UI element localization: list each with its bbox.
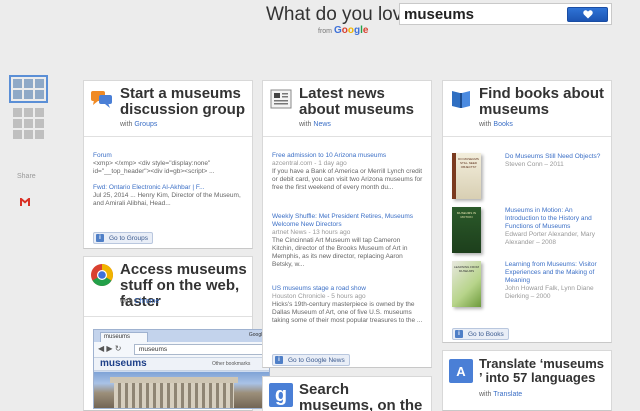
chrome-with: with Chrome <box>120 298 160 305</box>
search-box <box>399 3 612 25</box>
book-title[interactable]: Museums in Motion: An Introduction to th… <box>505 207 605 231</box>
groups-card-header: Start a museums discussion group with Gr… <box>84 81 252 137</box>
mobile-search-card-title: Search museums, on the move <box>299 381 423 411</box>
groups-item-title[interactable]: Fwd: Ontario Electronic Al-Akhbar | F... <box>93 184 244 192</box>
google-g-icon: g <box>269 383 293 407</box>
nav-arrows-icon: ◀ ▶ ↻ <box>98 344 122 353</box>
newspaper-icon <box>270 89 292 109</box>
info-icon: i <box>96 234 104 242</box>
books-card: Find books about museums with Books DO M… <box>442 80 612 343</box>
chrome-icon <box>91 264 113 286</box>
groups-item-body: Jul 25, 2014 ... Henry Kim, Director of … <box>93 192 241 207</box>
browser-tab: museums <box>100 332 148 342</box>
groups-item[interactable]: Forum <xmp> </xmp> <div style="display:n… <box>93 152 244 176</box>
go-to-news-button[interactable]: i Go to Google News <box>272 354 350 366</box>
info-icon: i <box>455 330 463 338</box>
go-to-groups-button[interactable]: i Go to Groups <box>93 232 154 244</box>
books-card-header: Find books about museums with Books <box>443 81 611 137</box>
translate-link[interactable]: Translate <box>493 391 522 398</box>
news-item-body: Hicks's 19th-century masterpiece is owne… <box>272 301 423 324</box>
brand-label: from Google <box>318 25 368 36</box>
book-item[interactable]: DO MUSEUMS STILL NEED OBJECTS? Do Museum… <box>452 153 605 201</box>
book-cover[interactable]: MUSEUMS IN MOTION <box>452 207 481 253</box>
browser-address-bar: museums <box>134 344 266 355</box>
book-cover[interactable]: LEARNING FROM MUSEUMS <box>452 261 481 307</box>
news-card-header: Latest news about museums with News <box>263 81 431 137</box>
book-icon <box>452 91 470 108</box>
translate-card: A Translate ‘museums ’ into 57 languages… <box>442 350 612 411</box>
translate-card-title: Translate ‘museums ’ into 57 languages <box>479 356 604 385</box>
grid-view-large-button[interactable] <box>9 75 48 103</box>
groups-item-title[interactable]: Forum <box>93 152 244 160</box>
news-item-meta: azcentral.com - 1 day ago <box>272 160 347 167</box>
browser-bookmarks: Other bookmarks <box>212 361 251 367</box>
book-item[interactable]: MUSEUMS IN MOTION Museums in Motion: An … <box>452 207 605 255</box>
news-item-body: The Cincinnati Art Museum will tap Camer… <box>272 237 408 268</box>
book-cover-title: DO MUSEUMS STILL NEED OBJECTS? <box>458 157 479 169</box>
gmail-icon <box>20 198 30 206</box>
book-meta: Steven Conn – 2011 <box>505 161 564 168</box>
browser-page-heading: museums <box>100 358 147 369</box>
chrome-link[interactable]: Chrome <box>134 298 159 305</box>
news-item[interactable]: US museums stage a road show Houston Chr… <box>272 285 423 325</box>
news-item-meta: artnet News - 13 hours ago <box>272 229 351 236</box>
search-input[interactable] <box>404 4 564 24</box>
books-with: with Books <box>479 121 513 128</box>
news-card: Latest news about museums with News Free… <box>262 80 432 368</box>
discussion-bubbles-icon <box>91 91 112 108</box>
book-meta: John Howard Falk, Lynn Diane Dierking – … <box>505 285 594 300</box>
news-item-meta: Houston Chronicle - 5 hours ago <box>272 293 366 300</box>
chrome-card: Access museums stuff on the web, faster … <box>83 256 270 411</box>
chrome-screenshot: museums Google ◀ ▶ ↻ museums museums Oth… <box>93 329 270 409</box>
book-cover-title: LEARNING FROM MUSEUMS <box>454 265 480 273</box>
gmail-share-button[interactable] <box>19 194 31 212</box>
book-text: Museums in Motion: An Introduction to th… <box>505 207 605 247</box>
news-card-title: Latest news about museums <box>299 85 415 118</box>
news-item-title[interactable]: Weekly Shuffle: Met President Retires, M… <box>272 213 423 229</box>
news-item-body: If you have a Bank of America or Merrill… <box>272 168 423 191</box>
news-item-title[interactable]: Free admission to 10 Arizona museums <box>272 152 423 160</box>
header: What do you love? from Google <box>0 0 640 44</box>
news-item-title[interactable]: US museums stage a road show <box>272 285 423 293</box>
book-cover[interactable]: DO MUSEUMS STILL NEED OBJECTS? <box>452 153 481 199</box>
news-link[interactable]: News <box>313 121 331 128</box>
google-logo: Google <box>333 25 369 36</box>
grid-view-small-button[interactable] <box>11 106 46 141</box>
mobile-search-card: g Search museums, on the move <box>262 376 432 411</box>
news-item[interactable]: Free admission to 10 Arizona museums azc… <box>272 152 423 192</box>
info-icon: i <box>275 356 283 364</box>
go-to-books-button[interactable]: i Go to Books <box>452 328 509 340</box>
book-text: Do Museums Still Need Objects? Steven Co… <box>505 153 605 169</box>
book-text: Learning from Museums: Visitor Experienc… <box>505 261 605 301</box>
book-meta: Edward Porter Alexander, Mary Alexander … <box>505 231 595 246</box>
book-item[interactable]: LEARNING FROM MUSEUMS Learning from Muse… <box>452 261 605 309</box>
groups-item-body: <xmp> </xmp> <div style="display:none" i… <box>93 160 215 175</box>
news-item[interactable]: Weekly Shuffle: Met President Retires, M… <box>272 213 423 269</box>
chrome-card-header: Access museums stuff on the web, faster … <box>84 257 252 317</box>
brand-from: from <box>318 28 332 35</box>
groups-link[interactable]: Groups <box>134 121 157 128</box>
books-link[interactable]: Books <box>493 121 512 128</box>
groups-with: with Groups <box>120 121 158 128</box>
love-button[interactable] <box>567 7 608 22</box>
books-card-title: Find books about museums <box>479 85 604 118</box>
groups-card-title: Start a museums discussion group <box>120 85 246 118</box>
news-with: with News <box>299 121 331 128</box>
book-title[interactable]: Do Museums Still Need Objects? <box>505 153 605 161</box>
translate-with: with Translate <box>479 391 523 398</box>
share-label: Share <box>17 173 36 180</box>
book-cover-title: MUSEUMS IN MOTION <box>456 211 477 219</box>
translate-icon: A <box>449 359 473 383</box>
groups-item[interactable]: Fwd: Ontario Electronic Al-Akhbar | F...… <box>93 184 244 208</box>
groups-card: Start a museums discussion group with Gr… <box>83 80 253 249</box>
book-title[interactable]: Learning from Museums: Visitor Experienc… <box>505 261 605 285</box>
heart-icon <box>582 10 593 19</box>
